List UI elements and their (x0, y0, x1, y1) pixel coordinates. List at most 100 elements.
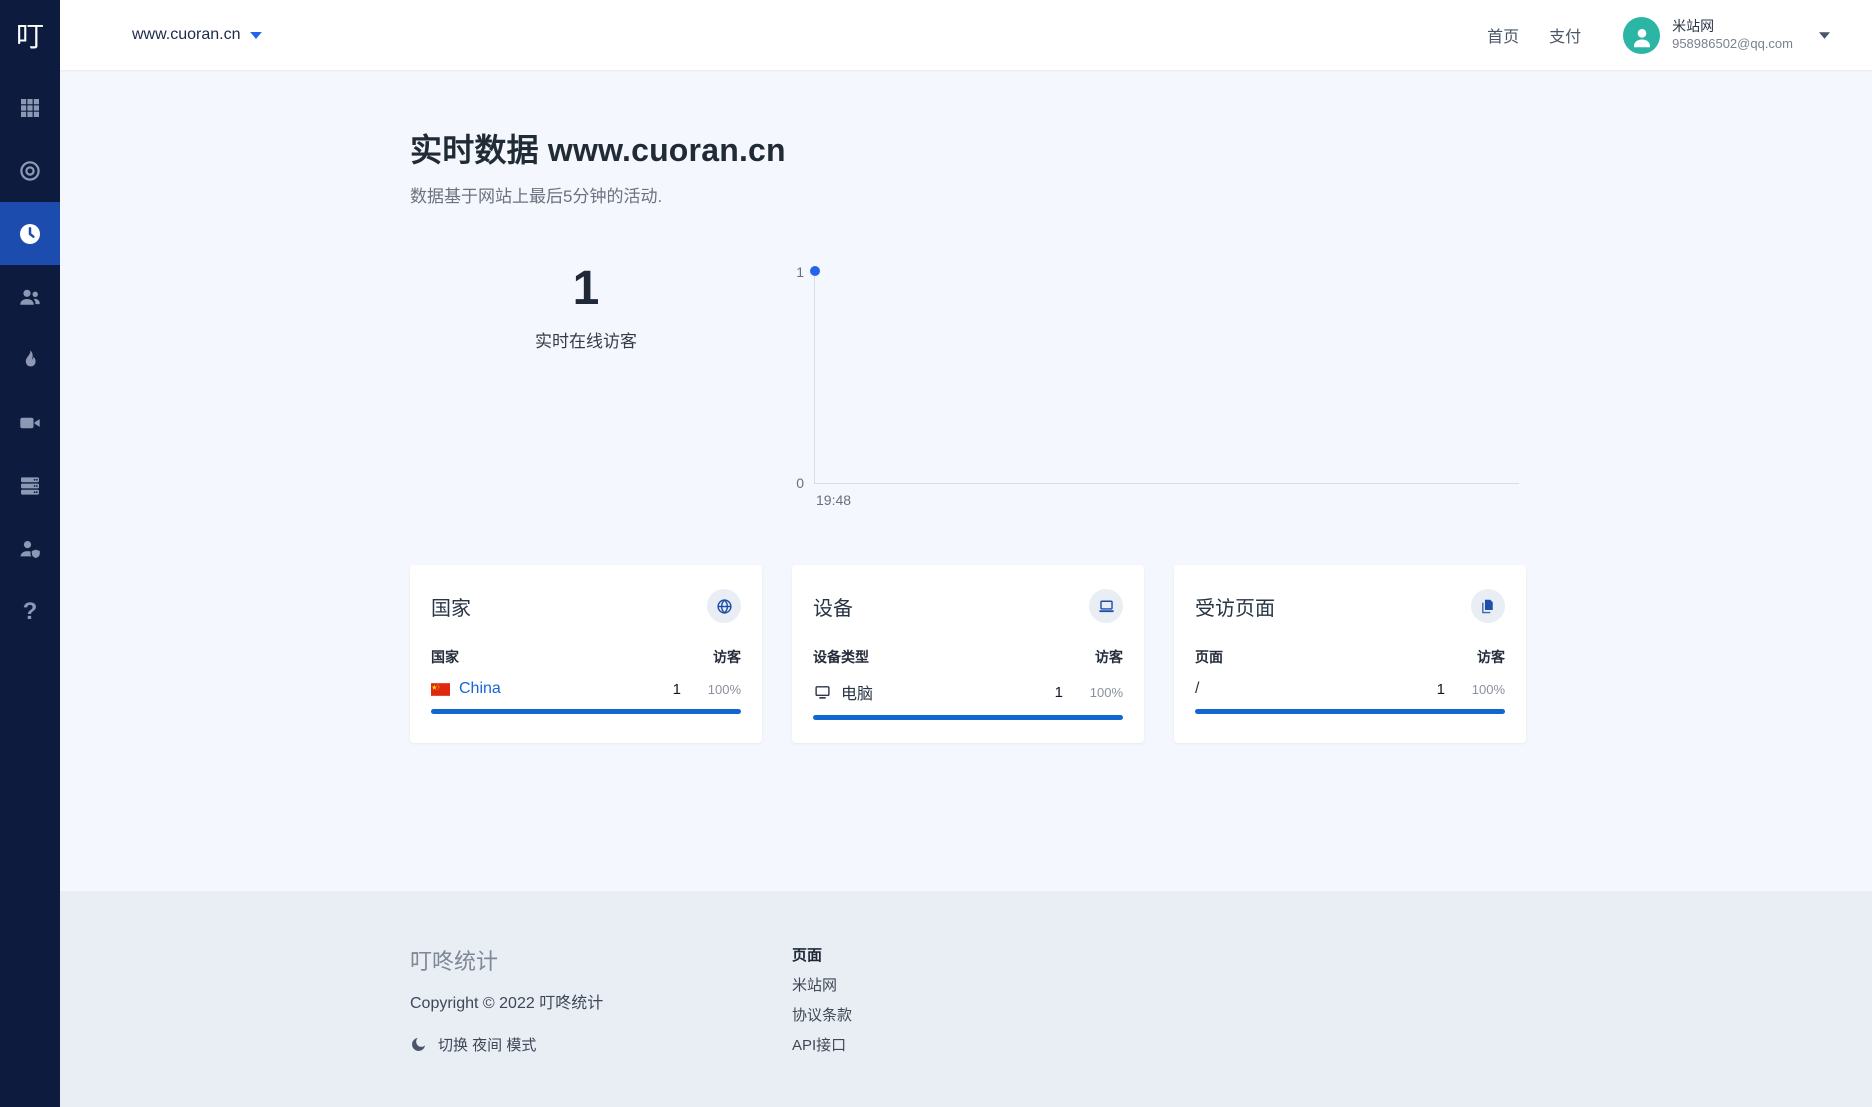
page-path: / (1195, 680, 1199, 698)
y-tick-min: 0 (770, 475, 804, 491)
footer-brand: 叮咚统计 (410, 944, 792, 976)
page-row: / 1 100% (1195, 680, 1505, 698)
device-visitors-percent: 100% (1063, 685, 1123, 700)
site-selector[interactable]: www.cuoran.cn (132, 26, 262, 44)
column-country: 国家 (431, 647, 459, 667)
device-name-cell: 电脑 (813, 680, 1021, 704)
user-menu-chevron-icon[interactable] (1819, 32, 1830, 39)
column-visitors: 访客 (1095, 647, 1123, 667)
avatar[interactable] (1623, 17, 1660, 54)
realtime-section: 1 实时在线访客 1 0 19:48 (410, 265, 1872, 508)
country-name: China (459, 680, 501, 698)
sidebar-item-heat[interactable] (0, 328, 60, 391)
chart-plot-area (814, 271, 1519, 484)
column-visitors: 访客 (713, 647, 741, 667)
column-device-type: 设备类型 (813, 647, 869, 667)
users-icon (18, 285, 42, 309)
sidebar-item-recordings[interactable] (0, 391, 60, 454)
user-block[interactable]: 米站网 958986502@qq.com (1672, 18, 1793, 52)
sidebar-item-realtime[interactable] (0, 202, 60, 265)
y-tick-max: 1 (770, 264, 804, 280)
device-visitors-bar (813, 715, 1123, 720)
page-title: 实时数据 www.cuoran.cn (410, 125, 1872, 171)
card-devices-badge[interactable] (1089, 589, 1123, 623)
footer-links-title: 页面 (792, 944, 852, 965)
footer-link-terms[interactable]: 协议条款 (792, 1004, 852, 1025)
online-counter-label: 实时在线访客 (410, 327, 762, 352)
country-visitors-value: 1 (639, 681, 681, 698)
page-visitors-value: 1 (1403, 681, 1445, 698)
sidebar-item-visitors[interactable] (0, 265, 60, 328)
sidebar-item-dashboard[interactable] (0, 76, 60, 139)
device-visitors-value: 1 (1021, 684, 1063, 701)
page-visitors-bar (1195, 709, 1505, 714)
chevron-down-icon (250, 32, 262, 39)
card-pages-badge[interactable] (1471, 589, 1505, 623)
video-icon (18, 411, 42, 435)
nav-link-pay[interactable]: 支付 (1549, 23, 1581, 47)
monitor-icon (813, 684, 832, 701)
pages-icon (1480, 598, 1497, 615)
online-counter-value: 1 (410, 265, 762, 313)
bullseye-icon (18, 159, 42, 183)
country-name-link[interactable]: China (431, 680, 639, 698)
column-visitors: 访客 (1477, 647, 1505, 667)
sidebar-nav: ? (0, 76, 60, 643)
user-name: 米站网 (1672, 18, 1793, 36)
dark-mode-toggle[interactable]: 切换 夜间 模式 (410, 1034, 792, 1055)
card-pages-columns: 页面 访客 (1195, 647, 1505, 667)
server-icon (18, 474, 42, 498)
user-email: 958986502@qq.com (1672, 36, 1793, 52)
footer-links-block: 页面 米站网 协议条款 API接口 (792, 944, 852, 1055)
column-page: 页面 (1195, 647, 1223, 667)
card-countries-columns: 国家 访客 (431, 647, 741, 667)
chart-data-point (810, 266, 820, 276)
card-devices: 设备 设备类型 访客 电脑 1 (792, 565, 1144, 743)
footer-copyright: Copyright © 2022 叮咚统计 (410, 989, 792, 1013)
user-shield-icon (18, 537, 42, 561)
help-icon: ? (23, 598, 38, 626)
online-counter: 1 实时在线访客 (410, 265, 762, 508)
nav-link-home[interactable]: 首页 (1487, 23, 1519, 47)
user-icon (1629, 24, 1655, 50)
device-name: 电脑 (841, 680, 873, 704)
flame-icon (18, 348, 42, 372)
page-path-cell: / (1195, 680, 1403, 698)
site-selector-label: www.cuoran.cn (132, 26, 241, 44)
top-header: www.cuoran.cn 首页 支付 米站网 958986502@qq.com (60, 0, 1872, 70)
realtime-chart: 1 0 19:48 (770, 265, 1519, 508)
stats-cards: 国家 国家 访客 China 1 (410, 565, 1872, 743)
sidebar-item-servers[interactable] (0, 454, 60, 517)
footer: 叮咚统计 Copyright © 2022 叮咚统计 切换 夜间 模式 页面 米… (60, 891, 1872, 1107)
card-pages: 受访页面 页面 访客 / 1 100% (1174, 565, 1526, 743)
laptop-icon (1098, 598, 1115, 615)
main-content: 实时数据 www.cuoran.cn 数据基于网站上最后5分钟的活动. 1 实时… (60, 70, 1872, 891)
x-tick-time: 19:48 (816, 492, 1519, 508)
footer-brand-block: 叮咚统计 Copyright © 2022 叮咚统计 切换 夜间 模式 (410, 944, 792, 1055)
sidebar-item-account[interactable] (0, 517, 60, 580)
sidebar-item-help[interactable]: ? (0, 580, 60, 643)
china-flag-icon (431, 683, 450, 696)
globe-icon (716, 598, 733, 615)
card-devices-columns: 设备类型 访客 (813, 647, 1123, 667)
moon-icon (410, 1036, 427, 1053)
card-countries-badge[interactable] (707, 589, 741, 623)
page: 叮 (0, 0, 1872, 1107)
dark-mode-label: 切换 夜间 模式 (438, 1034, 536, 1055)
country-row: China 1 100% (431, 680, 741, 698)
country-visitors-bar (431, 709, 741, 714)
page-visitors-percent: 100% (1445, 682, 1505, 697)
footer-link-mizhanwang[interactable]: 米站网 (792, 974, 852, 995)
footer-link-api[interactable]: API接口 (792, 1034, 852, 1055)
country-visitors-percent: 100% (681, 682, 741, 697)
card-devices-title: 设备 (813, 592, 853, 621)
sidebar: 叮 (0, 0, 60, 1107)
grid-icon (18, 96, 42, 120)
app-logo[interactable]: 叮 (0, 0, 60, 70)
device-row: 电脑 1 100% (813, 680, 1123, 704)
chart-y-axis: 1 0 (770, 271, 814, 484)
clock-icon (18, 222, 42, 246)
sidebar-item-goals[interactable] (0, 139, 60, 202)
card-pages-title: 受访页面 (1195, 592, 1275, 621)
card-countries: 国家 国家 访客 China 1 (410, 565, 762, 743)
